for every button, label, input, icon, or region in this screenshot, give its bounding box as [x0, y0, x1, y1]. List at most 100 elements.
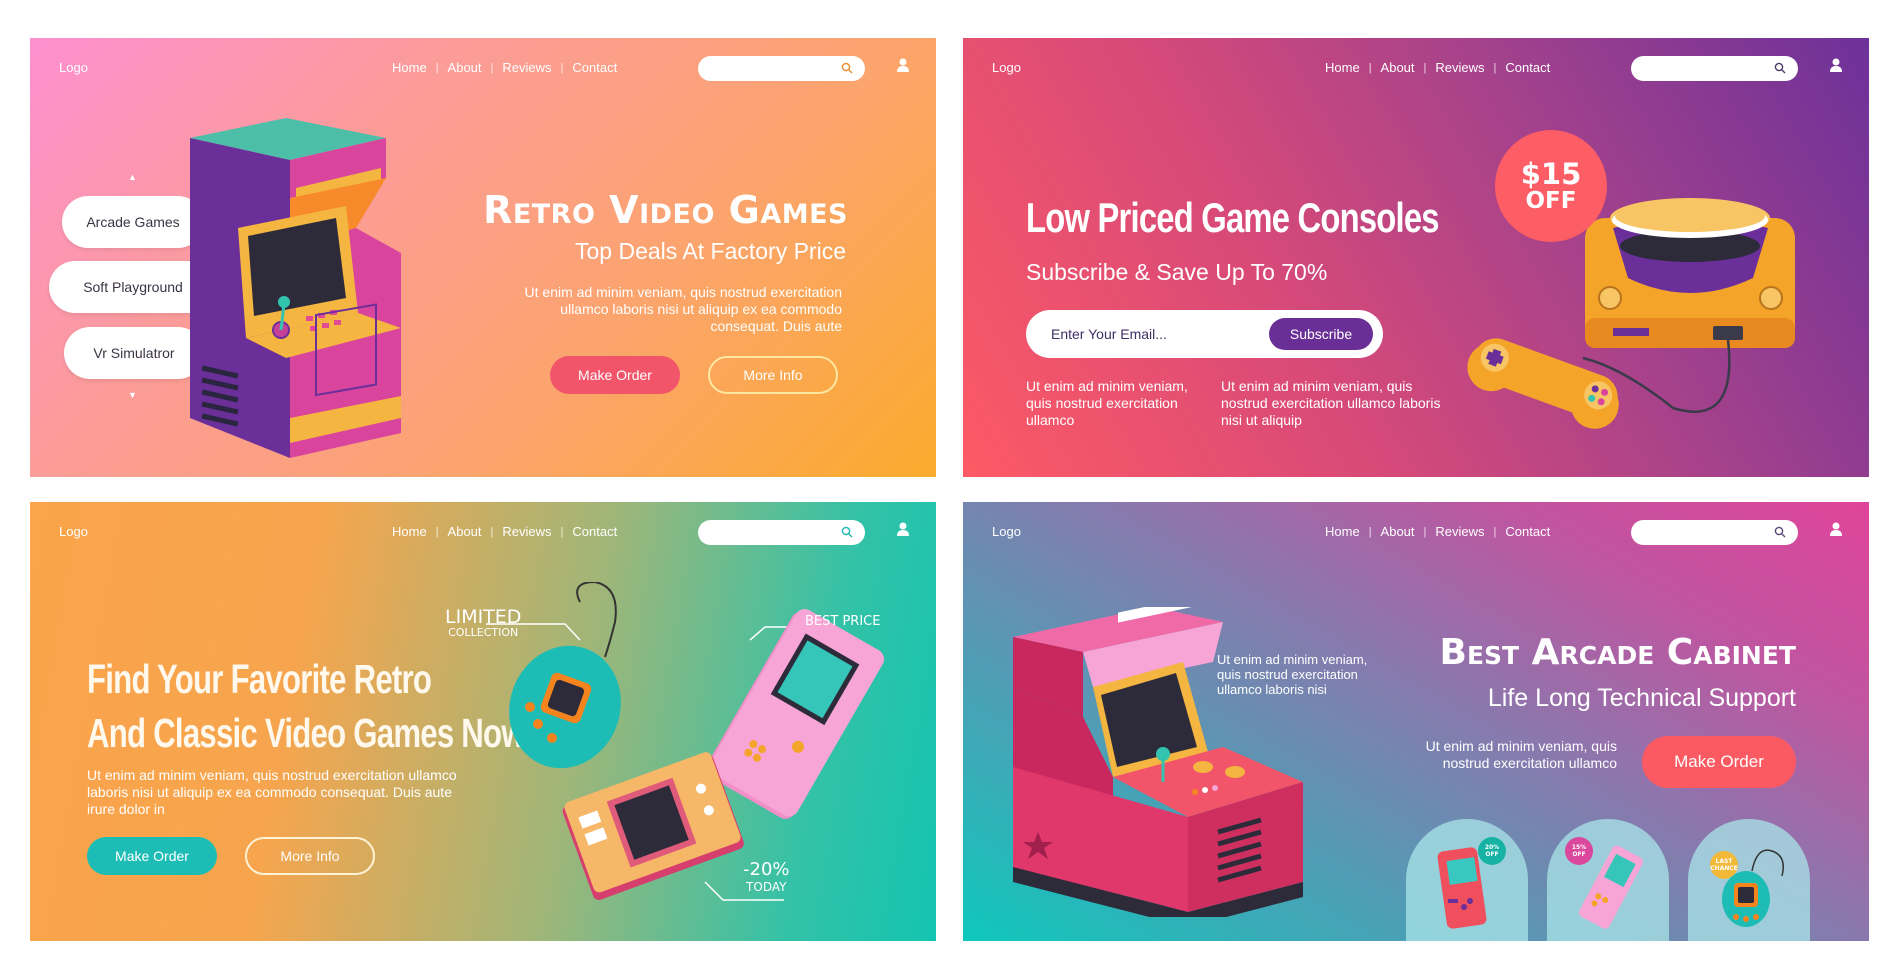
hero-title-line1: Find Your Favorite Retro	[87, 656, 432, 702]
cabinet-description: Ut enim ad minim veniam, quis nostrud ex…	[1217, 652, 1368, 697]
badge-line1: 15%	[1571, 844, 1587, 851]
scroll-down-arrow[interactable]: ▼	[128, 390, 137, 400]
badge-line2: OFF	[1485, 851, 1499, 858]
nav-contact[interactable]: Contact	[572, 60, 617, 75]
nav-reviews[interactable]: Reviews	[1435, 524, 1484, 539]
hero-subtitle: Subscribe & Save Up To 70%	[1026, 259, 1328, 285]
nav-about[interactable]: About	[1381, 60, 1415, 75]
search-input[interactable]	[698, 520, 865, 545]
description-right: Ut enim ad minim veniam, quis nostrud ex…	[1221, 378, 1441, 428]
badge-last-chance: LAST CHANCE	[1710, 851, 1738, 879]
top-nav: Home | About | Reviews | Contact	[1325, 60, 1550, 75]
badge-line1: 20%	[1484, 844, 1500, 851]
badge-line2: OFF	[1572, 851, 1586, 858]
subscribe-button[interactable]: Subscribe	[1269, 318, 1373, 350]
user-icon[interactable]	[896, 57, 910, 73]
hero-title-line2: And Classic Video Games Now	[87, 710, 526, 756]
badge-line2: CHANCE	[1710, 865, 1738, 872]
nav-divider: |	[560, 525, 564, 538]
tag-collection: COLLECTION	[448, 626, 519, 639]
email-input[interactable]	[1051, 310, 1251, 358]
category-vr-simulator[interactable]: Vr Simulatror	[64, 327, 204, 379]
product-card-tamagotchi[interactable]: LAST CHANCE	[1688, 819, 1810, 941]
top-nav: Home | About | Reviews | Contact	[392, 60, 617, 75]
search-input[interactable]	[1631, 56, 1798, 81]
nav-about[interactable]: About	[448, 524, 482, 539]
hero-subtitle: Top Deals At Factory Price	[575, 238, 846, 264]
badge-line1: LAST	[1715, 858, 1733, 865]
nav-divider: |	[1368, 61, 1372, 74]
nav-about[interactable]: About	[448, 60, 482, 75]
discount-badge: $15 OFF	[1495, 130, 1607, 242]
nav-divider: |	[1493, 525, 1497, 538]
hero-title: Retro Video Games	[483, 188, 848, 232]
nav-divider: |	[560, 61, 564, 74]
nav-divider: |	[1493, 61, 1497, 74]
tag-limited: LIMITED	[445, 606, 522, 628]
nav-contact[interactable]: Contact	[572, 524, 617, 539]
panel-retro-video-games: Logo Home | About | Reviews | Contact ▲ Arc…	[30, 38, 936, 477]
hero-description: Ut enim ad minim veniam, quis nostrud ex…	[87, 767, 457, 817]
nav-reviews[interactable]: Reviews	[502, 524, 551, 539]
badge-15-off: 15% OFF	[1565, 837, 1593, 865]
badge-20-off: 20% OFF	[1478, 837, 1506, 865]
tag-discount: -20% TODAY	[743, 859, 790, 895]
panel-favorite-retro: Logo Home | About | Reviews | Contact Find …	[30, 502, 936, 941]
panel-low-priced-consoles: Logo Home | About | Reviews | Contact Low P…	[963, 38, 1869, 477]
product-card-red-handheld[interactable]: 20% OFF	[1406, 819, 1528, 941]
panel-best-arcade-cabinet: Logo Home | About | Reviews | Contact Ut en…	[963, 502, 1869, 941]
search-icon[interactable]	[841, 526, 853, 538]
hero-title: Best Arcade Cabinet	[1439, 632, 1796, 673]
hero-description: Ut enim ad minim veniam, quis nostrud ex…	[524, 284, 842, 334]
tag-today: TODAY	[746, 880, 787, 894]
user-icon[interactable]	[896, 521, 910, 537]
discount-amount: $15	[1520, 156, 1582, 191]
user-icon[interactable]	[1829, 57, 1843, 73]
nav-divider: |	[490, 61, 494, 74]
description-left: Ut enim ad minim veniam, quis nostrud ex…	[1026, 378, 1188, 428]
search-input[interactable]	[1631, 520, 1798, 545]
top-nav: Home | About | Reviews | Contact	[1325, 524, 1550, 539]
scroll-up-arrow[interactable]: ▲	[128, 172, 137, 182]
discount-label: OFF	[1525, 188, 1577, 215]
email-subscribe-form: Subscribe	[1026, 310, 1383, 358]
nav-reviews[interactable]: Reviews	[502, 60, 551, 75]
logo[interactable]: Logo	[992, 60, 1021, 75]
nav-about[interactable]: About	[1381, 524, 1415, 539]
nav-divider: |	[435, 61, 439, 74]
nav-divider: |	[1368, 525, 1372, 538]
user-icon[interactable]	[1829, 521, 1843, 537]
more-info-button[interactable]: More Info	[708, 356, 838, 394]
category-arcade-games[interactable]: Arcade Games	[62, 196, 204, 248]
logo[interactable]: Logo	[992, 524, 1021, 539]
nav-divider: |	[1423, 525, 1427, 538]
more-info-button[interactable]: More Info	[245, 837, 375, 875]
logo[interactable]: Logo	[59, 60, 88, 75]
hero-title: Low Priced Game Consoles	[1026, 194, 1440, 241]
search-icon[interactable]	[841, 62, 853, 74]
nav-contact[interactable]: Contact	[1505, 524, 1550, 539]
nav-home[interactable]: Home	[1325, 60, 1360, 75]
nav-contact[interactable]: Contact	[1505, 60, 1550, 75]
hero-description: Ut enim ad minim veniam, quis nostrud ex…	[1425, 738, 1617, 771]
nav-home[interactable]: Home	[1325, 524, 1360, 539]
nav-divider: |	[490, 525, 494, 538]
make-order-button[interactable]: Make Order	[87, 837, 217, 875]
search-icon[interactable]	[1774, 526, 1786, 538]
handheld-games-illustration	[486, 582, 885, 901]
nav-divider: |	[1423, 61, 1427, 74]
nav-home[interactable]: Home	[392, 60, 427, 75]
nav-reviews[interactable]: Reviews	[1435, 60, 1484, 75]
make-order-button[interactable]: Make Order	[550, 356, 680, 394]
tag-limited-collection: LIMITED COLLECTION	[445, 607, 521, 639]
product-card-pink-handheld[interactable]: 15% OFF	[1547, 819, 1669, 941]
top-nav: Home | About | Reviews | Contact	[392, 524, 617, 539]
hero-title: Find Your Favorite Retro And Classic Vid…	[87, 652, 526, 760]
make-order-button[interactable]: Make Order	[1642, 736, 1796, 788]
search-input[interactable]	[698, 56, 865, 81]
logo[interactable]: Logo	[59, 524, 88, 539]
search-icon[interactable]	[1774, 62, 1786, 74]
nav-home[interactable]: Home	[392, 524, 427, 539]
nav-divider: |	[435, 525, 439, 538]
tag-discount-percent: -20%	[743, 859, 790, 880]
